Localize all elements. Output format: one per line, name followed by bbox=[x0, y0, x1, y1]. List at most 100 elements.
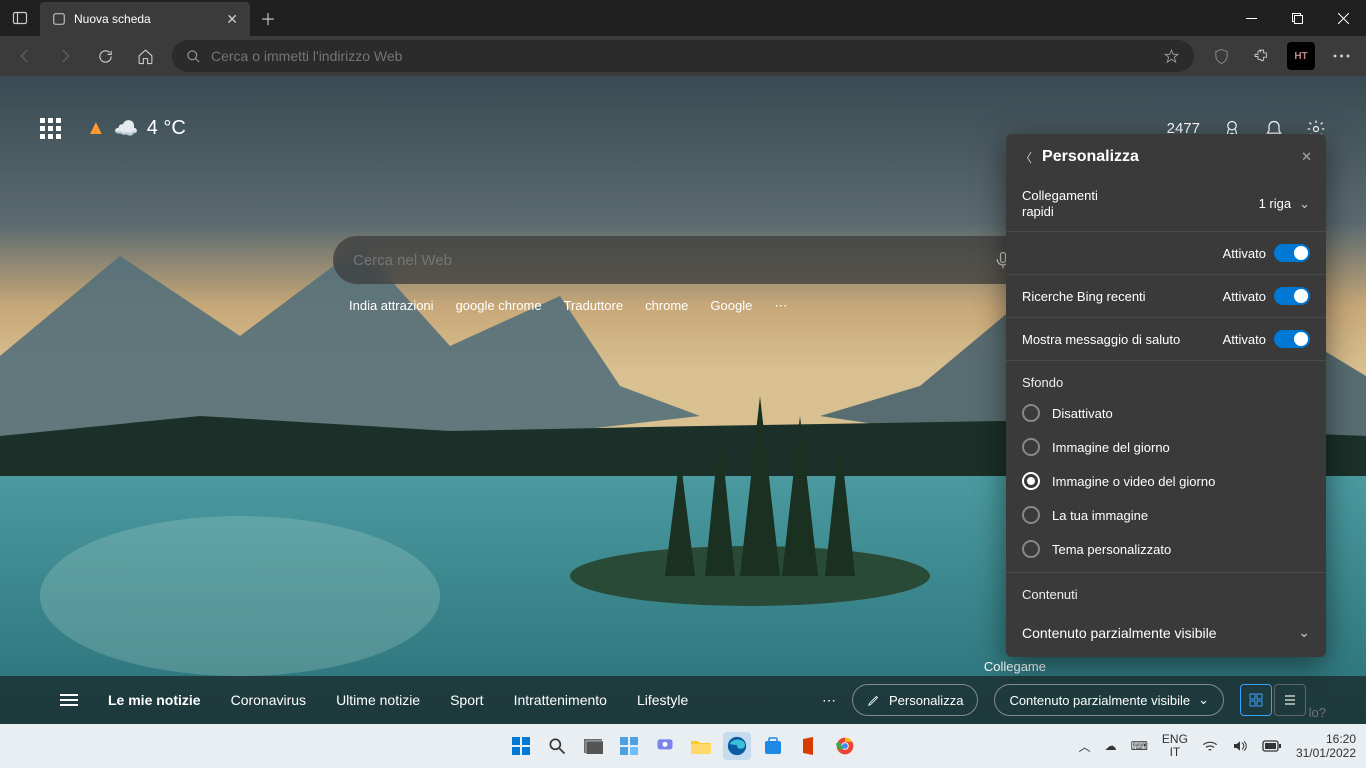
maximize-button[interactable] bbox=[1274, 0, 1320, 36]
chat-button[interactable] bbox=[651, 732, 679, 760]
onedrive-icon[interactable]: ☁ bbox=[1105, 739, 1117, 753]
home-button[interactable] bbox=[126, 38, 164, 74]
app-launcher-button[interactable] bbox=[40, 118, 62, 140]
minimize-button[interactable] bbox=[1228, 0, 1274, 36]
chevron-down-icon: ⌄ bbox=[1299, 196, 1310, 212]
ntp-search-input[interactable] bbox=[353, 252, 993, 269]
quick-link[interactable]: India attrazioni bbox=[349, 298, 434, 314]
window-controls bbox=[1228, 0, 1366, 36]
background-section-label: Sfondo bbox=[1006, 361, 1326, 396]
quick-link[interactable]: google chrome bbox=[456, 298, 542, 314]
browser-toolbar: HT bbox=[0, 36, 1366, 76]
news-category[interactable]: Lifestyle bbox=[637, 692, 688, 708]
pencil-icon bbox=[867, 693, 881, 707]
bg-option-off[interactable]: Disattivato bbox=[1006, 396, 1326, 430]
shield-icon[interactable] bbox=[1202, 38, 1240, 74]
greeting-setting: Mostra messaggio di saluto Attivato bbox=[1006, 318, 1326, 361]
extensions-button[interactable] bbox=[1242, 38, 1280, 74]
explorer-button[interactable] bbox=[687, 732, 715, 760]
menu-button[interactable] bbox=[1322, 38, 1360, 74]
chevron-down-icon: ⌄ bbox=[1198, 692, 1209, 708]
keyboard-icon[interactable]: ⌨ bbox=[1131, 739, 1148, 753]
search-icon bbox=[186, 49, 201, 64]
toggle-switch[interactable] bbox=[1274, 287, 1310, 305]
refresh-button[interactable] bbox=[86, 38, 124, 74]
bg-option-custom-theme[interactable]: Tema personalizzato bbox=[1006, 532, 1326, 573]
weather-widget[interactable]: ▲ ☁️ 4 °C bbox=[86, 116, 186, 141]
news-category[interactable]: Intrattenimento bbox=[514, 692, 607, 708]
chrome-button[interactable] bbox=[831, 732, 859, 760]
panel-close-button[interactable]: ✕ bbox=[1301, 149, 1312, 165]
toggle-switch[interactable] bbox=[1274, 244, 1310, 262]
edge-button[interactable] bbox=[723, 732, 751, 760]
quick-links-more[interactable]: ⋯ bbox=[774, 298, 787, 314]
address-input[interactable] bbox=[211, 48, 1153, 64]
quick-link[interactable]: Traduttore bbox=[564, 298, 624, 314]
customize-panel: 〈 Personalizza ✕ Collegamenti rapidi 1 r… bbox=[1006, 134, 1326, 657]
volume-icon[interactable] bbox=[1232, 739, 1248, 753]
toggle-status: Attivato bbox=[1223, 289, 1266, 304]
back-button[interactable] bbox=[6, 38, 44, 74]
chevron-down-icon: ⌄ bbox=[1298, 624, 1310, 641]
grid-view-button[interactable] bbox=[1240, 684, 1272, 716]
start-button[interactable] bbox=[507, 732, 535, 760]
new-tab-page: ▲ ☁️ 4 °C 2477 India attrazioni google c… bbox=[0, 76, 1366, 724]
new-tab-button[interactable]: ＋ bbox=[250, 0, 286, 36]
quick-links-value: 1 riga bbox=[1259, 196, 1292, 211]
close-window-button[interactable] bbox=[1320, 0, 1366, 36]
avatar: HT bbox=[1287, 42, 1315, 70]
tab-actions-button[interactable] bbox=[0, 0, 40, 36]
content-mode-button[interactable]: Contenuto parzialmente visibile ⌄ bbox=[994, 684, 1224, 716]
address-bar[interactable] bbox=[172, 40, 1194, 72]
news-bar: Le mie notizie Coronavirus Ultime notizi… bbox=[0, 676, 1366, 724]
ntp-search-area: India attrazioni google chrome Traduttor… bbox=[333, 236, 1033, 314]
cloud-icon: ☁️ bbox=[114, 116, 139, 141]
forward-button[interactable] bbox=[46, 38, 84, 74]
window-titlebar: Nuova scheda ✕ ＋ bbox=[0, 0, 1366, 36]
news-title[interactable]: Le mie notizie bbox=[108, 692, 201, 708]
search-button[interactable] bbox=[543, 732, 571, 760]
browser-tab[interactable]: Nuova scheda ✕ bbox=[40, 2, 250, 36]
close-tab-button[interactable]: ✕ bbox=[226, 11, 238, 28]
task-view-button[interactable] bbox=[579, 732, 607, 760]
system-tray: ︿ ☁ ⌨ ENG IT 16:20 31/01/2022 bbox=[1079, 732, 1356, 761]
toggle-setting: Attivato bbox=[1006, 232, 1326, 275]
ntp-search-box[interactable] bbox=[333, 236, 1033, 284]
profile-button[interactable]: HT bbox=[1282, 38, 1320, 74]
quick-link[interactable]: Google bbox=[710, 298, 752, 314]
quick-links-row: India attrazioni google chrome Traduttor… bbox=[333, 298, 1033, 314]
content-section-label: Contenuti bbox=[1006, 573, 1326, 608]
tab-title: Nuova scheda bbox=[74, 12, 151, 26]
battery-icon[interactable] bbox=[1262, 740, 1282, 752]
personalize-button[interactable]: Personalizza bbox=[852, 684, 978, 716]
panel-title: Personalizza bbox=[1042, 148, 1139, 166]
widgets-button[interactable] bbox=[615, 732, 643, 760]
news-category[interactable]: Coronavirus bbox=[231, 692, 306, 708]
clock[interactable]: 16:20 31/01/2022 bbox=[1296, 732, 1356, 761]
recent-bing-setting: Ricerche Bing recenti Attivato bbox=[1006, 275, 1326, 318]
toggle-switch[interactable] bbox=[1274, 330, 1310, 348]
content-visibility-dropdown[interactable]: Contenuto parzialmente visibile ⌄ bbox=[1006, 608, 1326, 657]
bg-option-image-day[interactable]: Immagine del giorno bbox=[1006, 430, 1326, 464]
quick-links-setting[interactable]: Collegamenti rapidi 1 riga ⌄ bbox=[1006, 176, 1326, 232]
news-menu-button[interactable] bbox=[60, 694, 78, 706]
wifi-icon[interactable] bbox=[1202, 739, 1218, 753]
panel-back-button[interactable]: 〈 bbox=[1020, 149, 1032, 166]
news-category[interactable]: Ultime notizie bbox=[336, 692, 420, 708]
toggle-status: Attivato bbox=[1223, 246, 1266, 261]
quick-link[interactable]: chrome bbox=[645, 298, 688, 314]
news-more-button[interactable]: ⋯ bbox=[822, 692, 836, 709]
windows-taskbar: ︿ ☁ ⌨ ENG IT 16:20 31/01/2022 bbox=[0, 724, 1366, 768]
collegamenti-label: Collegame bbox=[984, 659, 1046, 674]
page-icon bbox=[52, 12, 66, 26]
bg-option-your-image[interactable]: La tua immagine bbox=[1006, 498, 1326, 532]
office-button[interactable] bbox=[795, 732, 823, 760]
favorite-icon[interactable] bbox=[1163, 48, 1180, 65]
list-view-button[interactable] bbox=[1274, 684, 1306, 716]
tray-chevron-icon[interactable]: ︿ bbox=[1079, 738, 1091, 755]
news-category[interactable]: Sport bbox=[450, 692, 483, 708]
language-indicator[interactable]: ENG IT bbox=[1162, 733, 1188, 759]
store-button[interactable] bbox=[759, 732, 787, 760]
warning-icon: ▲ bbox=[86, 117, 106, 140]
bg-option-image-video-day[interactable]: Immagine o video del giorno bbox=[1006, 464, 1326, 498]
